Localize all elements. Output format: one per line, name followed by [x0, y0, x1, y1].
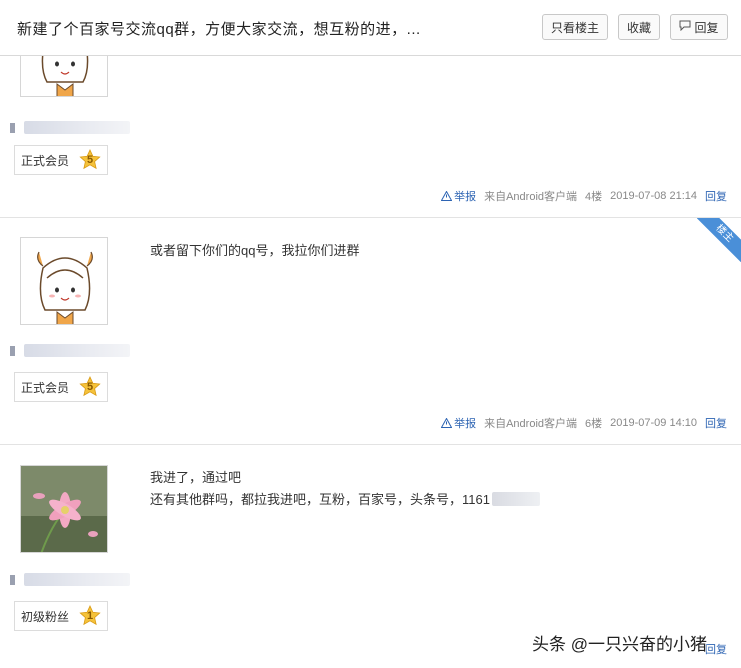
- member-badge: 正式会员 5: [14, 145, 109, 175]
- post-footer: 举报 来自Android客户端 6楼 2019-07-09 14:10 回复: [441, 415, 727, 431]
- only-op-button[interactable]: 只看楼主: [542, 14, 608, 40]
- comment-icon: [679, 20, 691, 34]
- content-line: 或者留下你们的qq号，我拉你们进群: [150, 243, 360, 258]
- floor-number: 4楼: [585, 191, 603, 203]
- watermark: 头条 @一只兴奋的小猪: [532, 635, 707, 654]
- post-floor-4: 正式会员 5 举报 来自Android客户端 4楼 2019-07-08 21:…: [0, 56, 741, 218]
- op-ribbon: 楼主: [697, 218, 741, 262]
- avatar[interactable]: [20, 237, 108, 325]
- post-time: 2019-07-08 21:14: [610, 190, 697, 202]
- thread-header: 新建了个百家号交流qq群，方便大家交流，想互粉的进，... 只看楼主 收藏 回复: [0, 0, 741, 56]
- content-line: 我进了，通过吧: [150, 470, 242, 485]
- username-redacted[interactable]: [10, 573, 130, 586]
- level-star-icon: 5: [79, 149, 101, 171]
- client-source: 来自Android客户端: [484, 418, 578, 430]
- reply-link[interactable]: 回复: [705, 641, 727, 657]
- thread-title: 新建了个百家号交流qq群，方便大家交流，想互粉的进，...: [17, 21, 421, 38]
- member-badge: 初级粉丝 1: [14, 601, 109, 631]
- report-link[interactable]: 举报: [441, 415, 476, 431]
- post-content: 我进了，通过吧 还有其他群吗，都拉我进吧，互粉，百家号，头条号，1161: [150, 467, 540, 511]
- member-badge: 正式会员 5: [14, 372, 109, 402]
- warning-icon: [441, 418, 453, 428]
- level-star-icon: 1: [79, 605, 101, 627]
- reply-link[interactable]: 回复: [705, 415, 727, 431]
- client-source: 来自Android客户端: [484, 191, 578, 203]
- username-redacted[interactable]: [10, 121, 130, 134]
- post-time: 2019-07-09 14:10: [610, 417, 697, 429]
- content-line-with-redaction: 还有其他群吗，都拉我进吧，互粉，百家号，头条号，1161: [150, 489, 540, 511]
- avatar[interactable]: [20, 56, 108, 97]
- redacted-number: [491, 492, 540, 506]
- post-floor-6: 楼主 正式会员 5 或者留下你们的qq号，我拉你们进群 举报 来自Android…: [0, 218, 741, 445]
- report-link[interactable]: 举报: [441, 188, 476, 204]
- avatar[interactable]: [20, 465, 108, 553]
- post-footer: 举报 来自Android客户端 4楼 2019-07-08 21:14 回复: [441, 188, 727, 204]
- post-content: 或者留下你们的qq号，我拉你们进群: [150, 240, 359, 262]
- level-star-icon: 5: [79, 376, 101, 398]
- username-redacted[interactable]: [10, 344, 130, 357]
- post-footer: 回复: [705, 641, 727, 657]
- warning-icon: [441, 191, 453, 201]
- favorite-button[interactable]: 收藏: [618, 14, 660, 40]
- floor-number: 6楼: [585, 418, 603, 430]
- reply-link[interactable]: 回复: [705, 188, 727, 204]
- reply-button[interactable]: 回复: [670, 14, 728, 40]
